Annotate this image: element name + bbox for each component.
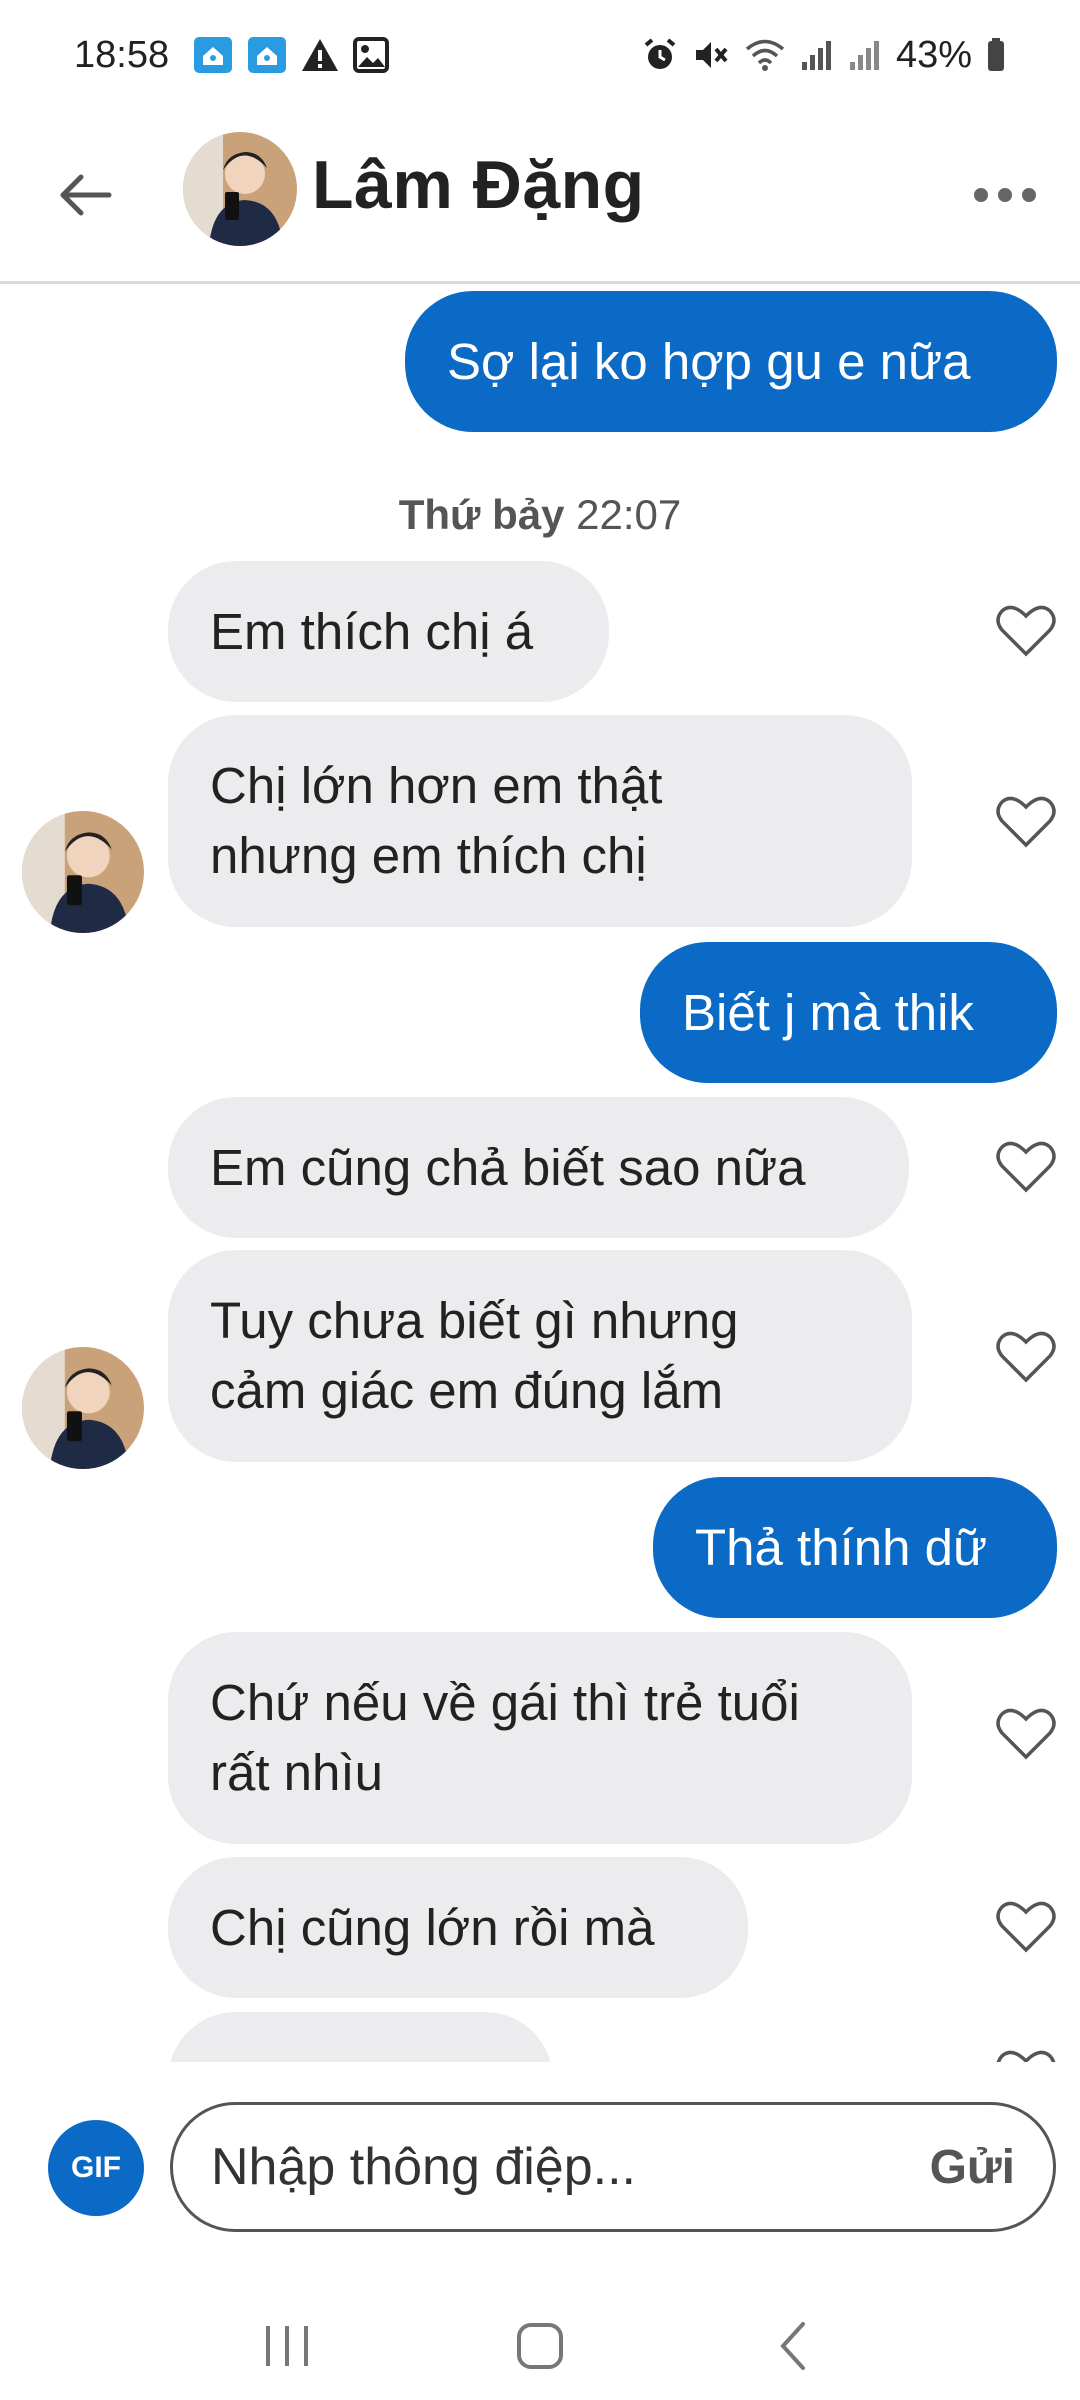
signal-icon — [848, 38, 882, 72]
heart-icon[interactable] — [996, 793, 1056, 849]
message-text: Chị cũng lớn rồi mà — [210, 1898, 655, 1956]
heart-icon[interactable] — [996, 602, 1056, 658]
message-outgoing[interactable]: Thả thính dữ — [653, 1477, 1057, 1618]
wifi-icon — [744, 37, 786, 73]
message-text: Biết j mà thik — [682, 983, 974, 1041]
heart-icon[interactable] — [996, 1138, 1056, 1194]
message-text: Tuy chưa biết gì nhưng — [210, 1292, 739, 1349]
back-button[interactable] — [50, 160, 120, 230]
battery-percent: 43% — [895, 33, 972, 76]
image-icon — [353, 37, 390, 73]
message-incoming[interactable]: Tuy chưa biết gì nhưng cảm giác em đúng … — [168, 1250, 912, 1462]
more-dots-icon — [974, 188, 1036, 202]
recent-apps-button[interactable] — [242, 2301, 332, 2391]
message-text: nhưng em thích chị — [210, 827, 647, 884]
message-incoming[interactable]: Em thích chị á — [168, 561, 609, 702]
message-input[interactable] — [211, 2137, 930, 2197]
heart-icon[interactable] — [996, 2047, 1056, 2062]
message-incoming[interactable]: Chị lớn hơn em thật nhưng em thích chị — [168, 715, 912, 927]
message-text: Em cũng chả biết sao nữa — [210, 1138, 806, 1196]
system-nav-bar — [0, 2292, 1080, 2400]
message-incoming[interactable] — [168, 2012, 553, 2062]
send-button[interactable]: Gửi — [930, 2140, 1015, 2195]
message-outgoing[interactable]: Sợ lại ko hợp gu e nữa — [405, 291, 1057, 432]
back-nav-button[interactable] — [748, 2301, 838, 2391]
heart-icon[interactable] — [996, 1328, 1056, 1384]
message-text: rất nhìu — [210, 1744, 383, 1801]
heart-icon[interactable] — [996, 1898, 1056, 1954]
message-text: Em thích chị á — [210, 602, 534, 660]
contact-name[interactable]: Lâm Đặng — [312, 146, 645, 224]
timestamp-day: Thứ bảy — [398, 491, 565, 538]
heart-icon[interactable] — [996, 1705, 1056, 1761]
status-bar: 18:58 43% — [0, 0, 1080, 110]
avatar[interactable] — [183, 132, 297, 246]
message-incoming[interactable]: Chứ nếu về gái thì trẻ tuổi rất nhìu — [168, 1632, 912, 1844]
chat-header: Lâm Đặng — [0, 110, 1080, 284]
home-notification-icon — [193, 36, 233, 74]
message-text: cảm giác em đúng lắm — [210, 1362, 724, 1419]
message-input-box[interactable]: Gửi — [170, 2102, 1056, 2232]
message-incoming[interactable]: Chị cũng lớn rồi mà — [168, 1857, 748, 1998]
home-notification-icon — [247, 36, 287, 74]
mute-icon — [692, 37, 730, 73]
status-time: 18:58 — [74, 33, 170, 76]
more-options-button[interactable] — [965, 165, 1045, 225]
arrow-left-icon — [60, 174, 112, 216]
home-icon — [516, 2323, 563, 2369]
avatar[interactable] — [22, 1347, 144, 1469]
avatar[interactable] — [22, 811, 144, 933]
timestamp-time: 22:07 — [576, 491, 682, 538]
message-text: Chứ nếu về gái thì trẻ tuổi — [210, 1674, 800, 1731]
message-text: Sợ lại ko hợp gu e nữa — [447, 332, 971, 390]
home-button[interactable] — [495, 2301, 585, 2391]
message-text: Chị lớn hơn em thật — [210, 757, 663, 814]
recent-apps-icon — [265, 2326, 308, 2366]
message-outgoing[interactable]: Biết j mà thik — [640, 942, 1057, 1083]
alarm-icon — [642, 37, 678, 73]
gif-button[interactable]: GIF — [48, 2120, 144, 2216]
warning-icon — [301, 37, 339, 73]
chevron-left-icon — [780, 2322, 806, 2370]
signal-icon — [800, 38, 834, 72]
timestamp: Thứ bảy 22:07 — [0, 491, 1080, 539]
message-list[interactable]: Sợ lại ko hợp gu e nữa Thứ bảy 22:07 Em … — [0, 287, 1080, 2062]
message-composer: GIF Gửi — [0, 2062, 1080, 2292]
battery-icon — [986, 37, 1006, 73]
message-incoming[interactable]: Em cũng chả biết sao nữa — [168, 1097, 909, 1238]
message-text: Thả thính dữ — [695, 1518, 988, 1576]
